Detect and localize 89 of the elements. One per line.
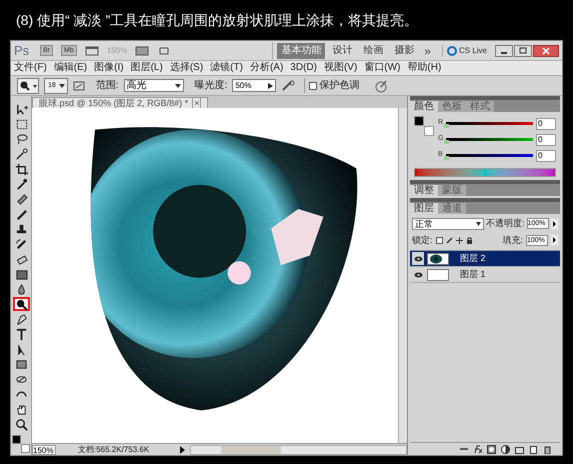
channel-value-field[interactable]: 0 [536,150,556,162]
arrow-right-icon[interactable] [550,218,558,229]
lock-transparency-icon[interactable] [436,236,443,244]
slider-thumb[interactable] [444,124,449,128]
trash-icon[interactable] [543,444,552,454]
maximize-icon[interactable] [514,44,532,56]
workspace-button[interactable]: 摄影 [390,42,418,58]
arrow-right-icon[interactable] [268,82,274,88]
menu-item[interactable]: 滤镜(T) [210,62,243,74]
protect-tones-label: 保护色调 [319,78,360,93]
brush-panel-icon[interactable] [72,80,85,92]
panel-tab[interactable]: 图层 [410,203,438,214]
menu-item[interactable]: 编辑(E) [54,62,88,74]
caret-icon[interactable] [58,84,65,88]
channel-value-field[interactable]: 0 [536,118,556,130]
menu-item[interactable]: 图层(L) [130,62,163,74]
layer-name: 图层 2 [460,252,486,265]
close-icon[interactable] [533,44,559,56]
new-layer-icon[interactable] [529,444,538,454]
layer-name: 图层 1 [460,268,486,281]
pressure-icon[interactable] [374,78,388,92]
slider-thumb[interactable] [444,140,449,144]
foreground-color-swatch[interactable] [12,435,21,444]
lock-label: 锁定: [412,234,433,246]
document-size-status: 文档:565.2K/753.6K [78,445,150,454]
protect-tones-checkbox[interactable] [309,82,318,90]
color-spectrum-bar[interactable] [414,168,556,177]
mask-icon[interactable] [487,444,496,454]
caret-icon[interactable] [174,84,181,88]
opacity-label: 不透明度: [486,217,525,230]
cs-live-button[interactable]: CS Live [442,44,487,56]
minimize-icon[interactable] [495,44,513,56]
background-color-swatch[interactable] [21,444,30,453]
visibility-eye-icon[interactable] [414,256,422,262]
exposure-label: 曝光度: [194,78,228,93]
cs-live-icon[interactable] [446,46,457,56]
fill-label: 填充: [502,234,523,246]
airbrush-icon[interactable] [281,80,296,92]
fx-icon[interactable] [473,444,482,454]
workspace-button[interactable]: 基本功能 [277,42,326,58]
caption: (8) 使用“ 减淡 ”工具在瞳孔周围的放射状肌理上涂抹，将其提亮。 [15,10,420,30]
menu-item[interactable]: 窗口(W) [364,62,400,74]
slider-thumb[interactable] [444,156,449,160]
screen-mode-icon[interactable] [157,46,172,56]
arrow-right-icon[interactable] [551,235,558,246]
caret-icon[interactable] [476,222,481,226]
menu-item[interactable]: 图像(I) [94,62,124,74]
menu-item[interactable]: 文件(F) [14,62,47,74]
menu-item[interactable]: 视图(V) [324,62,358,74]
app-logo: Ps [14,42,30,60]
color-slider-track[interactable] [446,154,533,157]
foreground-color-swatch[interactable] [414,116,424,126]
background-color-swatch[interactable] [424,126,434,136]
horizontal-scrollbar[interactable] [190,444,407,454]
arrange-icon[interactable] [135,46,150,56]
more-workspaces-button[interactable]: » [421,42,434,60]
workspace-button[interactable]: 绘画 [359,42,388,58]
visibility-eye-icon[interactable] [414,272,422,278]
lock-icon[interactable] [466,236,473,244]
menu-item[interactable]: 3D(D) [290,62,317,74]
menu-item[interactable]: 分析(A) [250,62,284,74]
dodge-tool-preset-icon[interactable] [17,78,39,94]
exposure-field[interactable]: 50% [232,79,276,92]
document-tab[interactable]: 眼球.psd @ 150% (图层 2, RGB/8#) * × [32,97,208,108]
layer-thumbnail[interactable] [427,268,449,280]
scrollbar-thumb[interactable] [221,446,281,454]
panel-tab[interactable]: 颜色 [410,101,438,112]
view-extras-icon[interactable] [84,46,99,56]
dodge-tool-icon[interactable] [12,297,30,311]
workspace-button[interactable]: 设计 [328,42,356,58]
blend-mode-dropdown[interactable]: 正常 [412,218,484,230]
lock-pixels-icon[interactable] [446,236,453,244]
range-label: 范围: [96,78,119,93]
range-dropdown[interactable]: 高光 [124,79,184,92]
layer-row[interactable]: 图层 2 [410,251,560,267]
adjustment-icon[interactable] [501,444,510,454]
color-slider-track[interactable] [446,122,533,125]
vertical-scrollbar[interactable] [398,108,407,443]
menu-item[interactable]: 帮助(H) [407,62,442,74]
color-slider-track[interactable] [446,138,533,141]
menu-item[interactable]: 选择(S) [170,62,204,74]
layer-thumbnail[interactable] [427,252,449,264]
folder-icon[interactable] [515,444,524,454]
channel-value-field[interactable]: 0 [536,134,556,146]
zoom-field[interactable]: 150% [32,444,56,454]
layer-row[interactable]: 图层 1 [410,267,560,283]
lock-position-icon[interactable] [456,236,463,244]
panel-tab[interactable]: 调整 [410,185,438,196]
arrow-right-icon[interactable] [178,444,186,454]
